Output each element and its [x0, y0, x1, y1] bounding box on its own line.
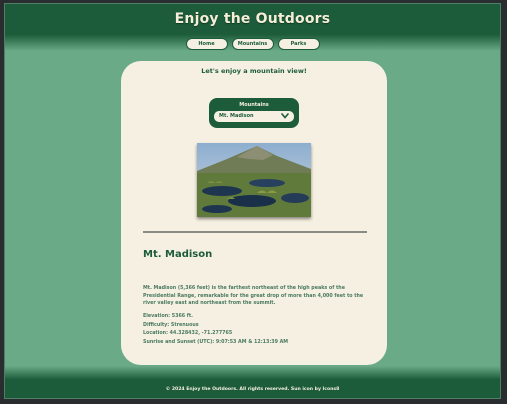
sun-times-text: Sunrise and Sunset (UTC): 9:07:53 AM & 1… [143, 339, 289, 345]
main-nav: Home Mountains Parks [5, 38, 500, 50]
browser-window: Enjoy the Outdoors Home Mountains Parks … [4, 3, 501, 399]
page-subtitle: Let's enjoy a mountain view! [201, 67, 307, 75]
site-title: Enjoy the Outdoors [174, 11, 331, 27]
mountain-facts: Elevation: 5366 ft. Difficulty: Strenuou… [143, 313, 288, 347]
content-card: Let's enjoy a mountain view! Mountains M… [121, 61, 387, 365]
mountain-select-label: Mountains [239, 102, 269, 108]
mountain-name-heading: Mt. Madison [143, 249, 213, 260]
nav-mountains-button[interactable]: Mountains [231, 38, 274, 50]
footer-text: © 2024 Enjoy the Outdoors. All rights re… [165, 387, 340, 392]
site-footer: © 2024 Enjoy the Outdoors. All rights re… [5, 366, 500, 398]
chevron-down-icon [281, 113, 289, 119]
section-divider [143, 231, 367, 233]
location-text: Location: 44.328432, -71.277765 [143, 331, 233, 337]
mountain-description: Mt. Madison (5,366 feet) is the farthest… [143, 286, 364, 307]
mountain-select-value: Mt. Madison [219, 113, 254, 119]
mountain-select-dropdown[interactable]: Mt. Madison [214, 111, 294, 122]
difficulty-text: Difficulty: Strenuous [143, 322, 199, 328]
mountain-photo [197, 143, 311, 217]
mountain-select-panel: Mountains Mt. Madison [209, 98, 299, 128]
site-header: Enjoy the Outdoors Home Mountains Parks [5, 4, 500, 51]
nav-home-button[interactable]: Home [185, 38, 228, 50]
nav-parks-button[interactable]: Parks [277, 38, 320, 50]
elevation-text: Elevation: 5366 ft. [143, 314, 193, 319]
